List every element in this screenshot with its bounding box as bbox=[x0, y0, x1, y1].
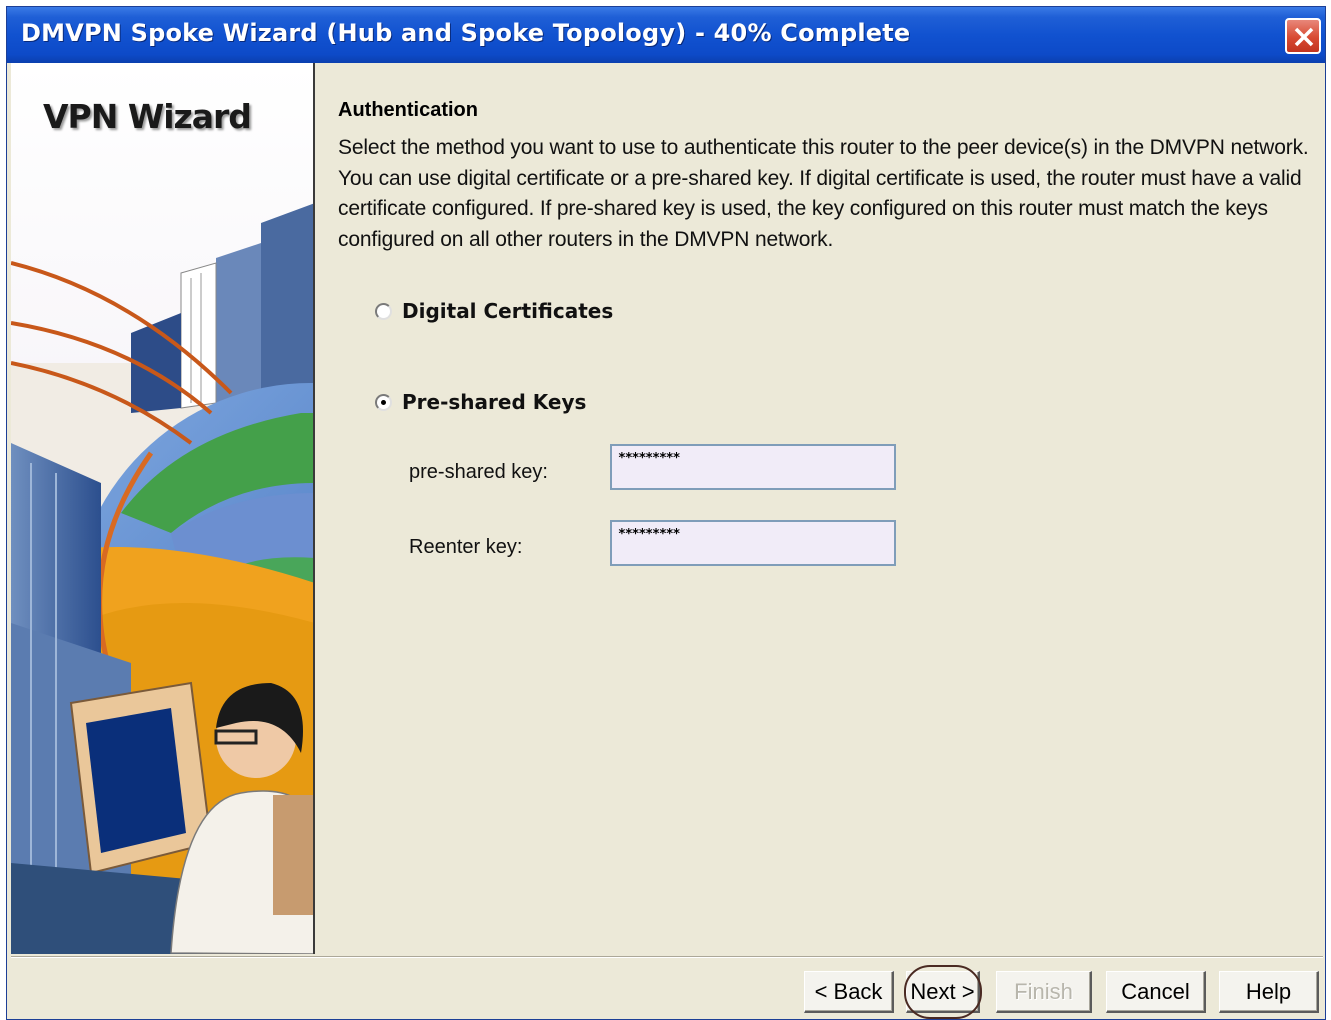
radio-icon[interactable] bbox=[375, 393, 392, 411]
description-text: Select the method you want to use to aut… bbox=[338, 136, 1309, 251]
radio-digital-certificates[interactable]: Digital Certificates bbox=[375, 299, 613, 323]
help-button[interactable]: Help bbox=[1219, 971, 1319, 1013]
window-title: DMVPN Spoke Wizard (Hub and Spoke Topolo… bbox=[21, 19, 911, 47]
cancel-button[interactable]: Cancel bbox=[1106, 971, 1206, 1013]
side-panel: VPN Wizard bbox=[11, 63, 315, 954]
footer-divider bbox=[11, 956, 1323, 958]
radio-icon[interactable] bbox=[375, 302, 392, 320]
close-button[interactable] bbox=[1285, 18, 1321, 54]
wizard-window: DMVPN Spoke Wizard (Hub and Spoke Topolo… bbox=[6, 6, 1326, 1020]
pre-shared-key-label: pre-shared key: bbox=[409, 461, 548, 483]
dialog-body: VPN Wizard Authentication Select the met… bbox=[11, 63, 1323, 1019]
radio-pre-shared-keys[interactable]: Pre-shared Keys bbox=[375, 390, 586, 414]
reenter-key-input[interactable]: ********* bbox=[610, 520, 896, 566]
close-icon bbox=[1294, 27, 1314, 47]
reenter-key-label: Reenter key: bbox=[409, 536, 523, 558]
wizard-illustration bbox=[11, 63, 313, 954]
back-button[interactable]: < Back bbox=[804, 971, 894, 1013]
section-heading: Authentication bbox=[338, 99, 478, 121]
radio-label-pre-shared-keys: Pre-shared Keys bbox=[402, 390, 587, 414]
pre-shared-key-input[interactable]: ********* bbox=[610, 444, 896, 490]
finish-button[interactable]: Finish bbox=[996, 971, 1092, 1013]
next-button[interactable]: Next > bbox=[906, 971, 980, 1013]
radio-label-digital-certificates: Digital Certificates bbox=[402, 299, 614, 323]
side-panel-title: VPN Wizard bbox=[43, 97, 252, 136]
title-bar[interactable]: DMVPN Spoke Wizard (Hub and Spoke Topolo… bbox=[7, 7, 1325, 63]
content-area: Authentication Select the method you wan… bbox=[317, 63, 1323, 954]
